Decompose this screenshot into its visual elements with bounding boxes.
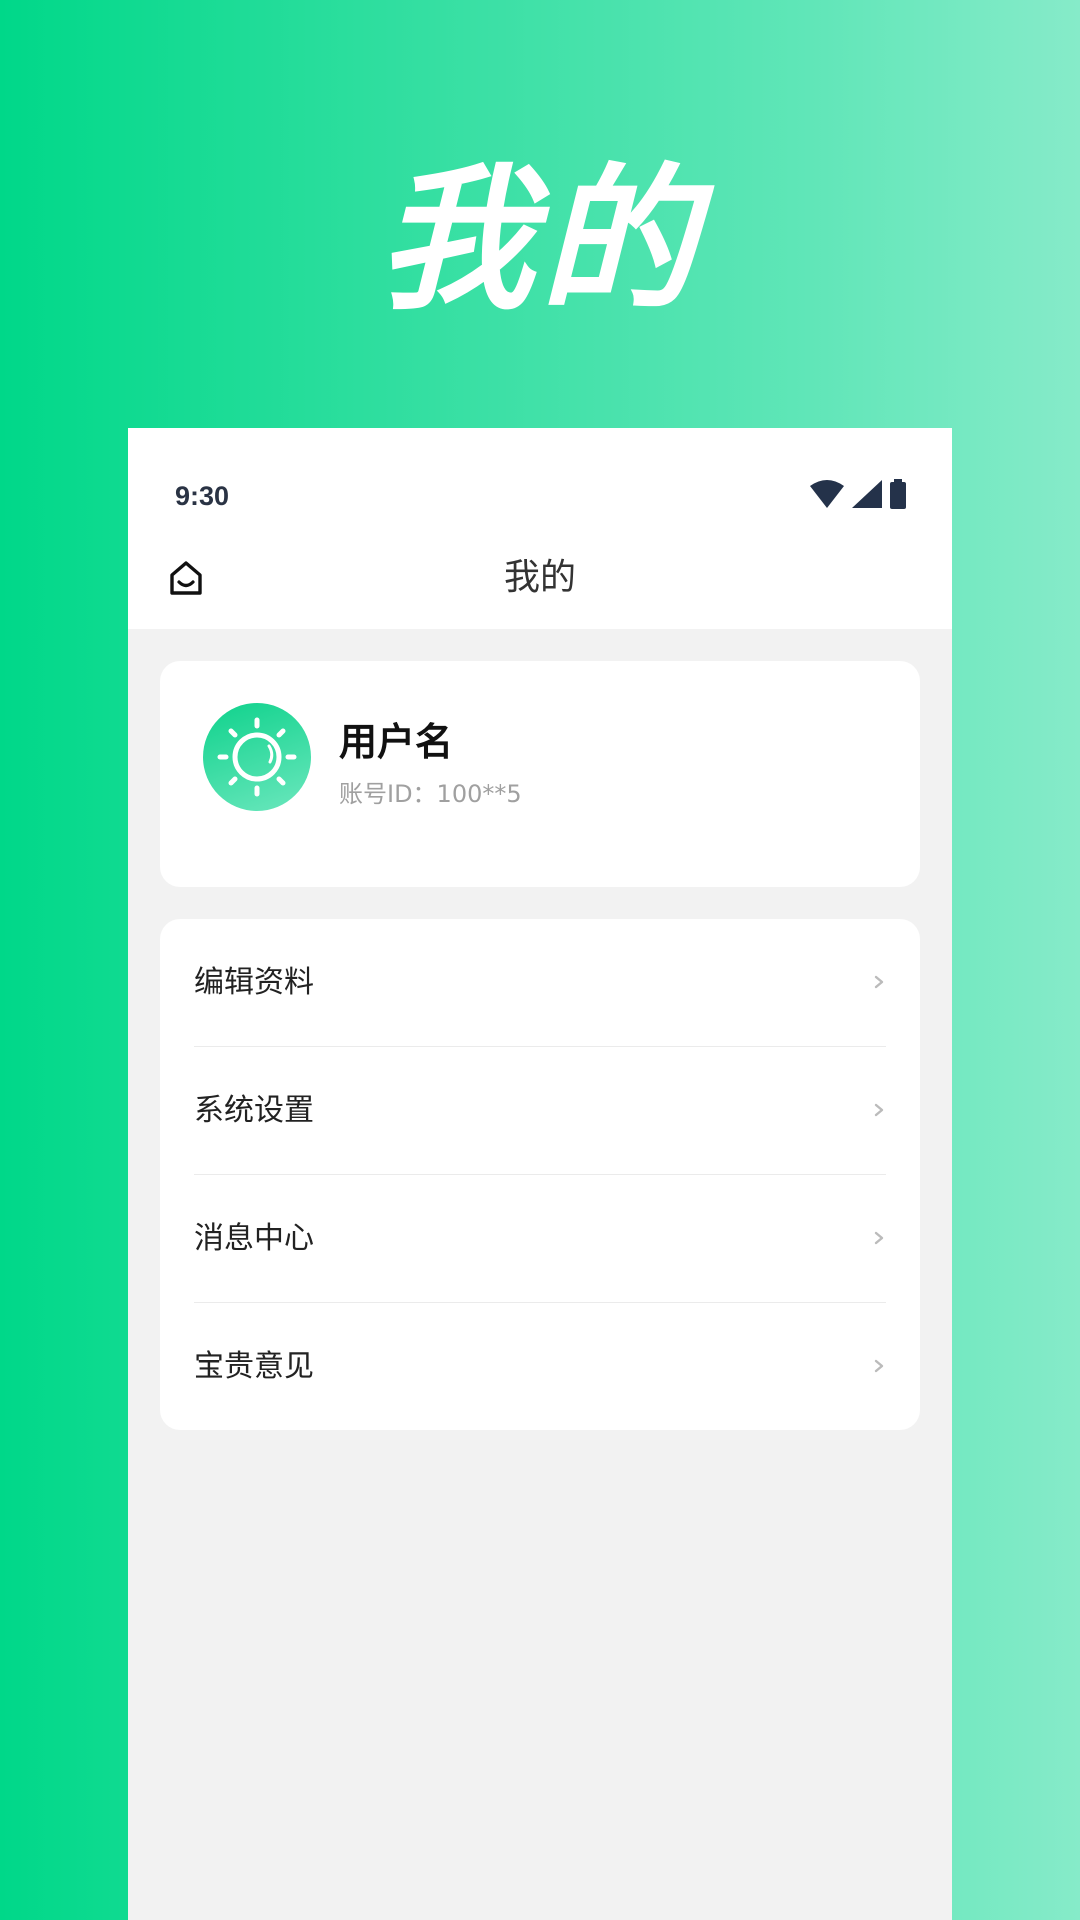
- battery-icon: [890, 479, 906, 509]
- menu-item-label: 编辑资料: [194, 965, 314, 1000]
- menu-item-label: 系统设置: [194, 1093, 314, 1128]
- chevron-right-icon: [874, 1231, 884, 1245]
- chevron-right-icon: [874, 975, 884, 989]
- signal-icon: [852, 480, 882, 508]
- menu-item-message-center[interactable]: 消息中心: [194, 1175, 886, 1302]
- top-bar: 9:30 我的: [128, 428, 952, 629]
- menu-item-system-settings[interactable]: 系统设置: [194, 1047, 886, 1174]
- menu-item-label: 消息中心: [194, 1221, 314, 1256]
- wifi-icon: [810, 480, 844, 508]
- avatar[interactable]: [203, 703, 311, 811]
- status-time: 9:30: [175, 481, 230, 511]
- username: 用户名: [339, 720, 454, 764]
- menu-card: 编辑资料 系统设置 消息中心 宝贵意见: [160, 919, 920, 1430]
- menu-item-edit-profile[interactable]: 编辑资料: [194, 919, 886, 1046]
- sun-icon: [217, 717, 297, 797]
- chevron-right-icon: [874, 1359, 884, 1373]
- account-id: 账号ID：100**5: [339, 780, 522, 808]
- phone-screen: 9:30 我的 用户名 账号ID：100**5 编辑资料 系统设置 消息中心 宝…: [128, 428, 952, 1920]
- menu-item-label: 宝贵意见: [194, 1349, 314, 1384]
- chevron-right-icon: [874, 1103, 884, 1117]
- menu-item-feedback[interactable]: 宝贵意见: [194, 1303, 886, 1430]
- profile-card[interactable]: 用户名 账号ID：100**5: [160, 661, 920, 887]
- status-icons: [810, 478, 906, 510]
- page-title: 我的: [503, 557, 576, 598]
- promo-title: 我的: [378, 149, 702, 331]
